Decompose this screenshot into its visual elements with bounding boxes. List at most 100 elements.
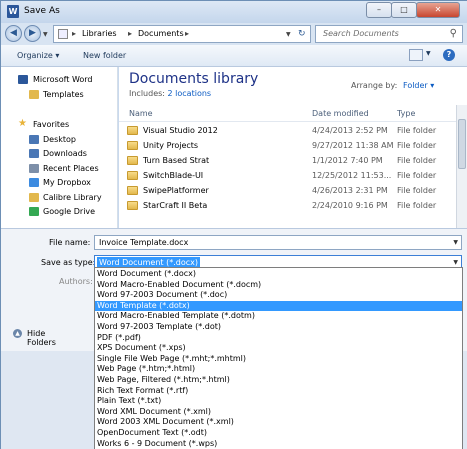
dropdown-option[interactable]: Web Page, Filtered (*.htm;*.html) xyxy=(95,375,462,385)
breadcrumb-documents[interactable]: Documents xyxy=(138,29,184,38)
table-row[interactable]: SwipePlatformer 4/26/2013 2:31 PM File f… xyxy=(119,184,467,198)
includes-label: Includes: xyxy=(129,89,165,98)
folder-icon xyxy=(127,171,138,180)
table-row[interactable]: Unity Projects 9/27/2012 11:38 AM File f… xyxy=(119,139,467,153)
chevron-down-icon[interactable]: ▼ xyxy=(453,259,458,266)
dropdown-option[interactable]: Word Document (*.docx) xyxy=(95,269,462,279)
breadcrumb-libraries[interactable]: Libraries xyxy=(82,29,117,38)
sidebar-item-templates[interactable]: Templates xyxy=(1,88,118,102)
close-button[interactable]: ✕ xyxy=(416,2,460,18)
search-box[interactable]: Search Documents ⚲ xyxy=(315,25,463,43)
row-name: Unity Projects xyxy=(143,141,199,150)
column-header-date-modified[interactable]: Date modified xyxy=(312,109,369,118)
sidebar-item-downloads[interactable]: Downloads xyxy=(1,147,118,161)
breadcrumb-separator-icon[interactable]: ▸ xyxy=(185,29,189,38)
breadcrumb-separator-icon[interactable]: ▸ xyxy=(72,29,76,38)
sidebar-item-label: Google Drive xyxy=(43,207,96,216)
forward-button[interactable]: ▶ xyxy=(24,25,41,42)
dropdown-option[interactable]: Word 97-2003 Template (*.dot) xyxy=(95,322,462,332)
dropdown-option[interactable]: OpenDocument Text (*.odt) xyxy=(95,428,462,438)
toolbar: Organize ▾ New folder ▼ ? xyxy=(1,45,467,67)
row-name: SwipePlatformer xyxy=(143,186,209,195)
file-name-value: Invoice Template.docx xyxy=(99,238,189,247)
address-dropdown-icon[interactable]: ▼ xyxy=(286,31,291,38)
folder-icon xyxy=(127,126,138,135)
dropdown-option[interactable]: Single File Web Page (*.mht;*.mhtml) xyxy=(95,354,462,364)
file-list-pane: Documents library Includes: 2 locations … xyxy=(119,67,467,228)
help-icon[interactable]: ? xyxy=(443,49,455,61)
sidebar-item-google-drive[interactable]: Google Drive xyxy=(1,205,118,219)
library-title: Documents library xyxy=(129,71,259,87)
dropdown-option[interactable]: Rich Text Format (*.rtf) xyxy=(95,386,462,396)
scrollbar-thumb[interactable] xyxy=(458,119,466,169)
column-header-type[interactable]: Type xyxy=(397,109,415,118)
refresh-icon[interactable]: ↻ xyxy=(298,29,306,39)
dropdown-option[interactable]: Word 97-2003 Document (*.doc) xyxy=(95,290,462,300)
dropdown-option[interactable]: PDF (*.pdf) xyxy=(95,333,462,343)
address-bar[interactable]: ▸ Libraries ▸ Documents ▸ ▼ ↻ xyxy=(53,25,311,43)
navigation-pane: Microsoft Word Templates ★ Favorites Des… xyxy=(1,67,118,228)
file-name-field[interactable]: Invoice Template.docx ▼ xyxy=(94,235,462,250)
sidebar-item-my-dropbox[interactable]: My Dropbox xyxy=(1,176,118,190)
search-icon[interactable]: ⚲ xyxy=(450,28,457,39)
column-header-name[interactable]: Name xyxy=(129,109,153,118)
table-row[interactable]: Visual Studio 2012 4/24/2013 2:52 PM Fil… xyxy=(119,124,467,138)
recent-pages-dropdown-icon[interactable]: ▼ xyxy=(43,31,48,38)
hide-folders-label: Hide Folders xyxy=(27,329,56,347)
folder-icon xyxy=(127,186,138,195)
desktop-icon xyxy=(29,135,39,144)
locations-link[interactable]: 2 locations xyxy=(168,89,212,98)
sidebar-item-desktop[interactable]: Desktop xyxy=(1,133,118,147)
folder-icon xyxy=(29,90,39,99)
organize-button[interactable]: Organize ▾ xyxy=(17,51,59,60)
row-type: File folder xyxy=(397,141,437,150)
google-drive-icon xyxy=(29,207,39,216)
row-date: 1/1/2012 7:40 PM xyxy=(312,156,383,165)
dropdown-option[interactable]: Plain Text (*.txt) xyxy=(95,396,462,406)
dropdown-option[interactable]: Word XML Document (*.xml) xyxy=(95,407,462,417)
minimize-button[interactable]: – xyxy=(366,2,392,18)
file-list-scrollbar[interactable] xyxy=(456,105,467,228)
dropdown-option[interactable]: Works 6 - 9 Document (*.wps) xyxy=(95,439,462,449)
row-name: Turn Based Strat xyxy=(143,156,210,165)
dropdown-option[interactable]: Word 2003 XML Document (*.xml) xyxy=(95,417,462,427)
dropbox-icon xyxy=(29,178,39,187)
table-row[interactable]: StarCraft II Beta 2/24/2010 9:16 PM File… xyxy=(119,199,467,213)
save-as-type-dropdown-list[interactable]: Word Document (*.docx) Word Macro-Enabled… xyxy=(94,267,463,449)
maximize-button[interactable]: □ xyxy=(391,2,417,18)
back-button[interactable]: ◀ xyxy=(5,25,22,42)
folder-icon xyxy=(127,201,138,210)
title-bar: W Save As – □ ✕ xyxy=(1,1,467,23)
change-view-icon[interactable] xyxy=(409,49,423,61)
dropdown-option[interactable]: Word Macro-Enabled Template (*.dotm) xyxy=(95,311,462,321)
table-row[interactable]: SwitchBlade-UI 12/25/2012 11:53... File … xyxy=(119,169,467,183)
row-name: StarCraft II Beta xyxy=(143,201,208,210)
downloads-icon xyxy=(29,149,39,158)
recent-places-icon xyxy=(29,164,39,173)
sidebar-item-calibre-library[interactable]: Calibre Library xyxy=(1,191,118,205)
dropdown-option[interactable]: Web Page (*.htm;*.html) xyxy=(95,364,462,374)
sidebar-item-label: Microsoft Word xyxy=(33,75,93,84)
dropdown-option[interactable]: Word Macro-Enabled Document (*.docm) xyxy=(95,280,462,290)
arrange-by-dropdown[interactable]: Folder ▾ xyxy=(403,81,434,90)
folder-icon xyxy=(127,156,138,165)
sidebar-item-label: Downloads xyxy=(43,149,87,158)
table-row[interactable]: Turn Based Strat 1/1/2012 7:40 PM File f… xyxy=(119,154,467,168)
window-title: Save As xyxy=(24,6,60,16)
dropdown-option[interactable]: Word Template (*.dotx) xyxy=(95,300,462,311)
sidebar-item-favorites[interactable]: ★ Favorites xyxy=(1,118,118,132)
row-date: 2/24/2010 9:16 PM xyxy=(312,201,388,210)
search-input[interactable]: Search Documents xyxy=(323,29,399,38)
sidebar-item-recent-places[interactable]: Recent Places xyxy=(1,162,118,176)
row-type: File folder xyxy=(397,186,437,195)
chevron-down-icon[interactable]: ▼ xyxy=(453,239,458,246)
view-dropdown-icon[interactable]: ▼ xyxy=(426,50,431,57)
library-icon xyxy=(58,29,68,39)
sidebar-item-microsoft-word[interactable]: Microsoft Word xyxy=(1,73,118,87)
library-includes: Includes: 2 locations xyxy=(129,89,211,98)
new-folder-button[interactable]: New folder xyxy=(83,51,126,60)
sidebar-item-label: Favorites xyxy=(33,120,70,129)
row-date: 9/27/2012 11:38 AM xyxy=(312,141,394,150)
dropdown-option[interactable]: XPS Document (*.xps) xyxy=(95,343,462,353)
breadcrumb-separator-icon[interactable]: ▸ xyxy=(128,29,132,38)
